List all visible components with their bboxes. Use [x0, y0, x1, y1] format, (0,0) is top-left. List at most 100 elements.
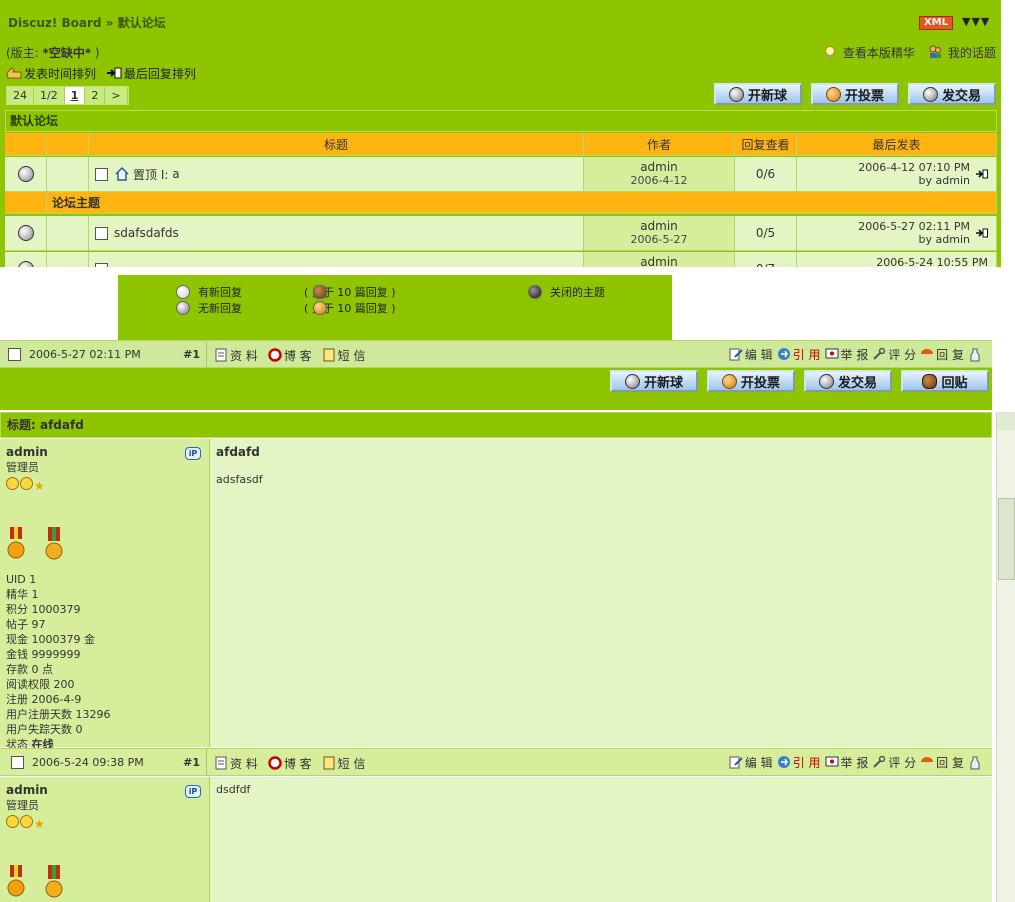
topic-author[interactable]: admin — [640, 256, 678, 268]
report-button[interactable]: 举 报 — [825, 754, 869, 771]
topic-last-post-cell: 2006-5-24 10:55 PM — [797, 252, 997, 267]
pager-page-of: 1/2 — [34, 87, 65, 104]
basketball-icon — [825, 86, 841, 102]
edit-button[interactable]: 编 辑 — [729, 754, 773, 771]
xml-feed-badge[interactable]: XML — [919, 16, 953, 30]
post-toolbar: 2006-5-27 02:11 PM #1 资 料 博 客 短 信 编 辑 引 … — [0, 340, 992, 368]
digest-link[interactable]: 查看本版精华 — [823, 44, 915, 61]
pager-page-1[interactable]: 1 — [64, 87, 86, 104]
topic-checkbox[interactable] — [95, 262, 108, 267]
rank-icons: ★ — [6, 477, 203, 493]
new-trade-button[interactable]: 发交易 — [804, 370, 892, 392]
quote-icon — [777, 756, 790, 768]
medal-gold-icon — [45, 865, 62, 898]
message-icon — [323, 756, 335, 770]
profile-icon — [215, 756, 227, 770]
go-last-post-icon[interactable] — [976, 169, 988, 179]
new-topic-label: 开新球 — [643, 375, 683, 391]
blog-link[interactable]: 博 客 — [268, 755, 312, 772]
post-floor[interactable]: #1 — [183, 756, 200, 769]
blog-label: 博 客 — [283, 349, 312, 363]
pager-next[interactable]: > — [105, 87, 128, 104]
message-icon — [323, 348, 335, 362]
report-label: 举 报 — [840, 756, 869, 770]
post-content: dsdfdf — [210, 777, 992, 902]
post-body: dsdfdf — [216, 783, 251, 796]
new-trade-button[interactable]: 发交易 — [908, 83, 996, 105]
topic-icon-cell — [47, 216, 89, 251]
topic-checkbox[interactable] — [95, 226, 108, 240]
new-poll-button[interactable]: 开投票 — [707, 370, 795, 392]
report-icon — [825, 348, 839, 359]
new-poll-button[interactable]: 开投票 — [811, 83, 899, 105]
post-checkbox[interactable] — [8, 347, 21, 361]
new-topic-button[interactable]: 开新球 — [610, 370, 698, 392]
topic-author[interactable]: admin — [640, 220, 678, 233]
profile-link[interactable]: 资 料 — [214, 347, 258, 364]
medal-sun-icon — [7, 865, 25, 897]
digest-link-label: 查看本版精华 — [842, 46, 915, 60]
quote-button[interactable]: 引 用 — [777, 754, 821, 771]
topic-last-by[interactable]: by admin — [858, 233, 970, 246]
topic-checkbox[interactable] — [95, 167, 108, 181]
profile-label: 资 料 — [230, 757, 258, 771]
sort-by-last-reply[interactable]: 最后回复排列 — [124, 67, 196, 81]
post-checkbox[interactable] — [11, 755, 24, 769]
scroll-up-button[interactable] — [997, 412, 1015, 430]
rate-button[interactable]: 评 分 — [872, 754, 916, 771]
topic-title-link[interactable]: sdafsdafds — [114, 226, 179, 240]
medal-sun-icon — [7, 527, 25, 559]
sort-links: 发表时间排列 最后回复排列 — [6, 65, 196, 82]
post-date-cell: 2006-5-24 09:38 PM #1 — [0, 749, 207, 775]
pm-link[interactable]: 短 信 — [322, 755, 365, 772]
reply-button[interactable]: 回 复 — [920, 346, 964, 363]
topic-last-by[interactable]: by admin — [858, 174, 970, 187]
post-username[interactable]: admin — [6, 445, 203, 459]
legend-no-new-reply-label: 无新回复 — [198, 302, 242, 315]
stat-digest: 精华 1 — [6, 588, 39, 601]
post-floor[interactable]: #1 — [183, 348, 200, 361]
users-icon — [929, 45, 941, 58]
edit-button[interactable]: 编 辑 — [729, 346, 773, 363]
legend-new-reply-label: 有新回复 — [198, 286, 242, 299]
stat-posts: 帖子 97 — [6, 618, 46, 631]
rate-button[interactable]: 评 分 — [872, 346, 916, 363]
soccer-ball-icon — [624, 373, 640, 389]
stat-money: 金钱 9999999 — [6, 648, 81, 661]
reply-label: 回 复 — [936, 348, 964, 362]
section-spacer — [5, 192, 47, 214]
pager-page-2[interactable]: 2 — [85, 87, 106, 104]
new-topic-button[interactable]: 开新球 — [714, 83, 802, 105]
ip-icon[interactable]: iP — [185, 447, 201, 460]
table-header-row: 标题 作者 回复查看 最后发表 — [5, 133, 997, 156]
post-1: admin iP 管理员 ★ UID 1 精华 1 积分 1000379 帖子 … — [0, 439, 992, 751]
topic-icon-cell — [47, 252, 89, 267]
post-content: afdafd adsfasdf — [210, 439, 992, 747]
legend-no-new-reply: 无新回复 — [176, 300, 242, 316]
topic-title-link[interactable]: a — [172, 167, 179, 181]
stat-uid: UID 1 — [6, 573, 37, 586]
blog-link[interactable]: 博 客 — [268, 347, 312, 364]
profile-link[interactable]: 资 料 — [214, 755, 258, 772]
vertical-scrollbar[interactable] — [996, 412, 1015, 902]
topic-author[interactable]: admin — [640, 161, 678, 174]
quote-button[interactable]: 引 用 — [777, 346, 821, 363]
reply-button[interactable]: 回 复 — [920, 754, 964, 771]
scroll-thumb[interactable] — [998, 498, 1015, 580]
my-topics-link[interactable]: 我的话题 — [928, 44, 996, 61]
stat-registered: 注册 2006-4-9 — [6, 693, 82, 706]
expand-arrows-icon[interactable]: ▼▼▼ — [962, 15, 990, 28]
post-username[interactable]: admin — [6, 783, 203, 797]
reply-post-button[interactable]: 回贴 — [901, 370, 989, 392]
pm-link[interactable]: 短 信 — [322, 347, 365, 364]
sort-by-post-time[interactable]: 发表时间排列 — [24, 67, 96, 81]
go-last-post-icon[interactable] — [976, 228, 988, 238]
my-topics-label: 我的话题 — [947, 46, 996, 60]
bottle-icon[interactable] — [968, 348, 982, 362]
breadcrumb[interactable]: Discuz! Board » 默认论坛 — [8, 14, 166, 31]
star-icon: ★ — [34, 817, 45, 831]
bottle-icon[interactable] — [968, 756, 982, 770]
ip-icon[interactable]: iP — [185, 785, 201, 798]
new-topic-label: 开新球 — [747, 88, 787, 104]
report-button[interactable]: 举 报 — [825, 346, 868, 363]
